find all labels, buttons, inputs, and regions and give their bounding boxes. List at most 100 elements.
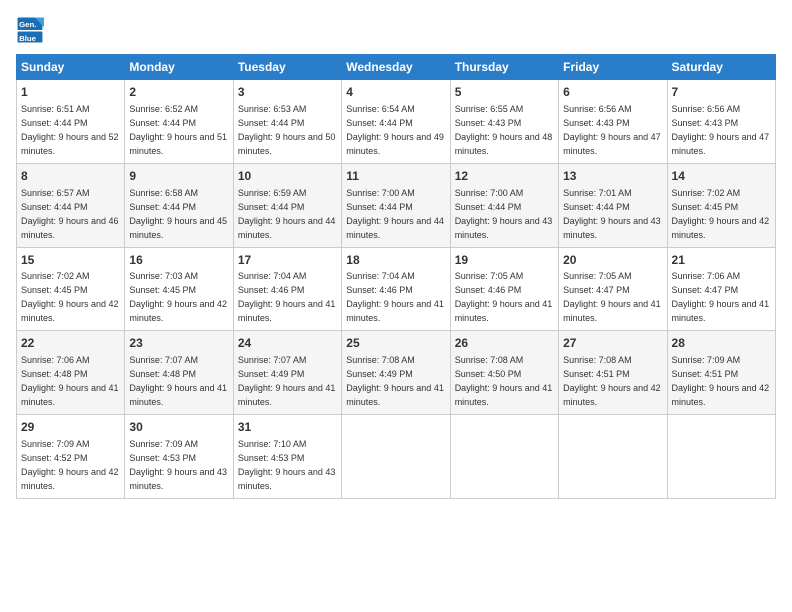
calendar-cell: 25 Sunrise: 7:08 AMSunset: 4:49 PMDaylig… <box>342 331 450 415</box>
day-number: 4 <box>346 84 445 101</box>
calendar-cell: 15 Sunrise: 7:02 AMSunset: 4:45 PMDaylig… <box>17 247 125 331</box>
calendar-cell: 14 Sunrise: 7:02 AMSunset: 4:45 PMDaylig… <box>667 163 775 247</box>
day-number: 3 <box>238 84 337 101</box>
calendar-cell <box>450 415 558 499</box>
calendar-cell <box>559 415 667 499</box>
day-number: 23 <box>129 335 228 352</box>
calendar-cell: 24 Sunrise: 7:07 AMSunset: 4:49 PMDaylig… <box>233 331 341 415</box>
calendar-cell: 12 Sunrise: 7:00 AMSunset: 4:44 PMDaylig… <box>450 163 558 247</box>
day-number: 30 <box>129 419 228 436</box>
calendar-cell: 5 Sunrise: 6:55 AMSunset: 4:43 PMDayligh… <box>450 80 558 164</box>
calendar-cell: 9 Sunrise: 6:58 AMSunset: 4:44 PMDayligh… <box>125 163 233 247</box>
calendar-cell: 3 Sunrise: 6:53 AMSunset: 4:44 PMDayligh… <box>233 80 341 164</box>
day-info: Sunrise: 7:05 AMSunset: 4:46 PMDaylight:… <box>455 271 553 323</box>
header: Gen. Blue <box>16 16 776 44</box>
day-info: Sunrise: 7:07 AMSunset: 4:49 PMDaylight:… <box>238 355 336 407</box>
day-info: Sunrise: 6:51 AMSunset: 4:44 PMDaylight:… <box>21 104 119 156</box>
day-info: Sunrise: 7:00 AMSunset: 4:44 PMDaylight:… <box>455 188 553 240</box>
calendar-header-friday: Friday <box>559 55 667 80</box>
day-info: Sunrise: 7:02 AMSunset: 4:45 PMDaylight:… <box>672 188 770 240</box>
calendar-cell: 7 Sunrise: 6:56 AMSunset: 4:43 PMDayligh… <box>667 80 775 164</box>
day-number: 25 <box>346 335 445 352</box>
calendar-cell: 1 Sunrise: 6:51 AMSunset: 4:44 PMDayligh… <box>17 80 125 164</box>
page: Gen. Blue SundayMondayTuesdayWednesdayTh… <box>0 0 792 612</box>
calendar-header-saturday: Saturday <box>667 55 775 80</box>
day-number: 15 <box>21 252 120 269</box>
calendar-cell: 27 Sunrise: 7:08 AMSunset: 4:51 PMDaylig… <box>559 331 667 415</box>
day-number: 10 <box>238 168 337 185</box>
day-number: 21 <box>672 252 771 269</box>
day-number: 13 <box>563 168 662 185</box>
day-number: 29 <box>21 419 120 436</box>
day-number: 20 <box>563 252 662 269</box>
calendar-cell: 8 Sunrise: 6:57 AMSunset: 4:44 PMDayligh… <box>17 163 125 247</box>
calendar-table: SundayMondayTuesdayWednesdayThursdayFrid… <box>16 54 776 499</box>
calendar-week-row: 8 Sunrise: 6:57 AMSunset: 4:44 PMDayligh… <box>17 163 776 247</box>
day-number: 6 <box>563 84 662 101</box>
calendar-cell: 19 Sunrise: 7:05 AMSunset: 4:46 PMDaylig… <box>450 247 558 331</box>
calendar-header-thursday: Thursday <box>450 55 558 80</box>
calendar-cell: 17 Sunrise: 7:04 AMSunset: 4:46 PMDaylig… <box>233 247 341 331</box>
day-info: Sunrise: 6:53 AMSunset: 4:44 PMDaylight:… <box>238 104 336 156</box>
calendar-cell: 2 Sunrise: 6:52 AMSunset: 4:44 PMDayligh… <box>125 80 233 164</box>
day-number: 8 <box>21 168 120 185</box>
day-info: Sunrise: 6:52 AMSunset: 4:44 PMDaylight:… <box>129 104 227 156</box>
calendar-cell: 26 Sunrise: 7:08 AMSunset: 4:50 PMDaylig… <box>450 331 558 415</box>
day-info: Sunrise: 7:08 AMSunset: 4:50 PMDaylight:… <box>455 355 553 407</box>
calendar-cell: 29 Sunrise: 7:09 AMSunset: 4:52 PMDaylig… <box>17 415 125 499</box>
day-number: 24 <box>238 335 337 352</box>
day-info: Sunrise: 7:05 AMSunset: 4:47 PMDaylight:… <box>563 271 661 323</box>
day-number: 18 <box>346 252 445 269</box>
day-info: Sunrise: 7:04 AMSunset: 4:46 PMDaylight:… <box>238 271 336 323</box>
day-number: 1 <box>21 84 120 101</box>
svg-text:Blue: Blue <box>19 34 37 43</box>
day-info: Sunrise: 7:06 AMSunset: 4:48 PMDaylight:… <box>21 355 119 407</box>
calendar-header-sunday: Sunday <box>17 55 125 80</box>
day-number: 22 <box>21 335 120 352</box>
calendar-week-row: 15 Sunrise: 7:02 AMSunset: 4:45 PMDaylig… <box>17 247 776 331</box>
day-number: 7 <box>672 84 771 101</box>
calendar-cell: 28 Sunrise: 7:09 AMSunset: 4:51 PMDaylig… <box>667 331 775 415</box>
day-number: 17 <box>238 252 337 269</box>
day-info: Sunrise: 7:08 AMSunset: 4:51 PMDaylight:… <box>563 355 661 407</box>
calendar-cell: 6 Sunrise: 6:56 AMSunset: 4:43 PMDayligh… <box>559 80 667 164</box>
calendar-cell: 20 Sunrise: 7:05 AMSunset: 4:47 PMDaylig… <box>559 247 667 331</box>
day-info: Sunrise: 7:02 AMSunset: 4:45 PMDaylight:… <box>21 271 119 323</box>
calendar-cell <box>342 415 450 499</box>
calendar-header-row: SundayMondayTuesdayWednesdayThursdayFrid… <box>17 55 776 80</box>
day-number: 26 <box>455 335 554 352</box>
calendar-cell: 16 Sunrise: 7:03 AMSunset: 4:45 PMDaylig… <box>125 247 233 331</box>
day-info: Sunrise: 7:01 AMSunset: 4:44 PMDaylight:… <box>563 188 661 240</box>
calendar-header-tuesday: Tuesday <box>233 55 341 80</box>
calendar-week-row: 1 Sunrise: 6:51 AMSunset: 4:44 PMDayligh… <box>17 80 776 164</box>
logo: Gen. Blue <box>16 16 48 44</box>
day-number: 16 <box>129 252 228 269</box>
calendar-cell: 30 Sunrise: 7:09 AMSunset: 4:53 PMDaylig… <box>125 415 233 499</box>
day-info: Sunrise: 6:56 AMSunset: 4:43 PMDaylight:… <box>563 104 661 156</box>
day-info: Sunrise: 6:59 AMSunset: 4:44 PMDaylight:… <box>238 188 336 240</box>
day-number: 12 <box>455 168 554 185</box>
calendar-header-monday: Monday <box>125 55 233 80</box>
day-info: Sunrise: 7:10 AMSunset: 4:53 PMDaylight:… <box>238 439 336 491</box>
calendar-cell: 4 Sunrise: 6:54 AMSunset: 4:44 PMDayligh… <box>342 80 450 164</box>
calendar-cell <box>667 415 775 499</box>
day-info: Sunrise: 6:58 AMSunset: 4:44 PMDaylight:… <box>129 188 227 240</box>
day-info: Sunrise: 6:57 AMSunset: 4:44 PMDaylight:… <box>21 188 119 240</box>
day-info: Sunrise: 6:54 AMSunset: 4:44 PMDaylight:… <box>346 104 444 156</box>
calendar-cell: 21 Sunrise: 7:06 AMSunset: 4:47 PMDaylig… <box>667 247 775 331</box>
calendar-week-row: 29 Sunrise: 7:09 AMSunset: 4:52 PMDaylig… <box>17 415 776 499</box>
day-number: 5 <box>455 84 554 101</box>
day-number: 28 <box>672 335 771 352</box>
calendar-cell: 10 Sunrise: 6:59 AMSunset: 4:44 PMDaylig… <box>233 163 341 247</box>
calendar-header-wednesday: Wednesday <box>342 55 450 80</box>
day-number: 19 <box>455 252 554 269</box>
logo-icon: Gen. Blue <box>16 16 44 44</box>
calendar-cell: 31 Sunrise: 7:10 AMSunset: 4:53 PMDaylig… <box>233 415 341 499</box>
svg-text:Gen.: Gen. <box>19 20 36 29</box>
day-info: Sunrise: 7:00 AMSunset: 4:44 PMDaylight:… <box>346 188 444 240</box>
day-info: Sunrise: 7:08 AMSunset: 4:49 PMDaylight:… <box>346 355 444 407</box>
day-number: 11 <box>346 168 445 185</box>
calendar-cell: 23 Sunrise: 7:07 AMSunset: 4:48 PMDaylig… <box>125 331 233 415</box>
day-number: 31 <box>238 419 337 436</box>
calendar-cell: 22 Sunrise: 7:06 AMSunset: 4:48 PMDaylig… <box>17 331 125 415</box>
